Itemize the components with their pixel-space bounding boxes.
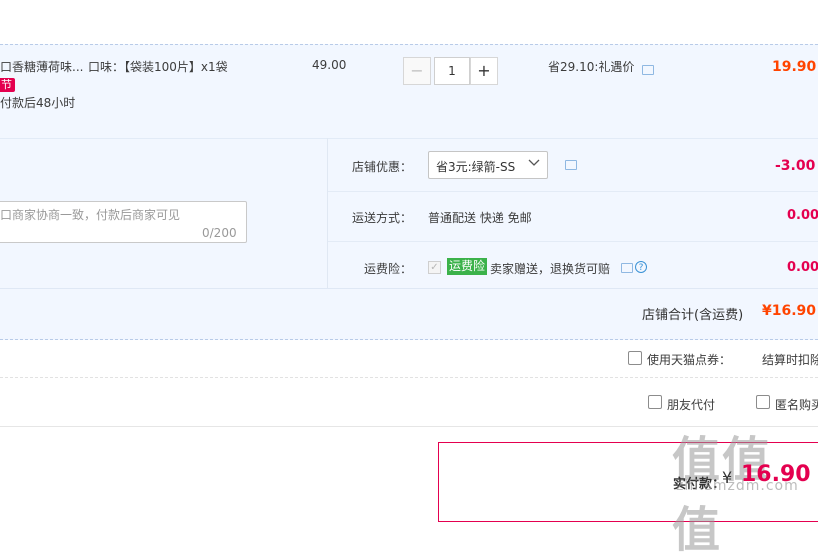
buyer-message-counter: 0/200 xyxy=(202,226,237,240)
insurance-label: 运费险： xyxy=(363,262,412,276)
friend-pay-label: 朋友代付 xyxy=(667,398,716,412)
quantity-stepper: − 1 + xyxy=(403,57,500,85)
item-attribute: 口味：【袋装100片】x1袋 xyxy=(88,60,228,74)
shipping-method: 普通配送 快递 免邮 xyxy=(428,211,532,225)
top-blank-area xyxy=(0,0,818,44)
tmall-points-checkbox[interactable] xyxy=(628,351,642,365)
shop-total-label: 店铺合计(含运费) xyxy=(642,308,744,323)
comment-icon[interactable] xyxy=(642,65,654,75)
insurance-badge: 运费险 xyxy=(447,258,488,275)
promo-tag: 节 xyxy=(0,78,15,92)
comment-icon[interactable] xyxy=(621,263,633,273)
insurance-amount: 0.00 xyxy=(787,260,818,275)
chevron-down-icon xyxy=(528,156,540,171)
buyer-message-placeholder: 口商家协商一致，付款后商家可见 xyxy=(0,208,181,222)
quantity-increase-button[interactable]: + xyxy=(470,57,498,85)
tmall-points-note: 结算时扣除 xyxy=(762,353,818,367)
coupon-amount: -3.00 xyxy=(775,158,816,174)
row-divider xyxy=(0,377,818,379)
options-row-divider xyxy=(328,241,818,242)
tmall-points-label: 使用天猫点券： xyxy=(647,353,732,367)
comment-icon[interactable] xyxy=(565,160,577,170)
friend-pay-checkbox[interactable] xyxy=(648,395,662,409)
quantity-decrease-button[interactable]: − xyxy=(403,57,431,85)
question-icon[interactable]: ? xyxy=(635,261,647,273)
shipping-promise: 付款后48小时 xyxy=(0,96,76,110)
item-subtotal: 19.90 xyxy=(772,59,817,75)
insurance-checkbox[interactable]: ✓ xyxy=(428,261,441,274)
watermark-url: zhi.smzdm.com xyxy=(676,478,799,494)
quantity-input[interactable]: 1 xyxy=(434,57,470,85)
anonymous-label: 匿名购买 xyxy=(775,398,818,412)
options-row-divider xyxy=(328,191,818,192)
anonymous-checkbox[interactable] xyxy=(756,395,770,409)
shop-total-value: ¥16.90 xyxy=(762,303,817,319)
coupon-label: 店铺优惠： xyxy=(351,160,412,174)
shipping-label: 运送方式： xyxy=(351,211,412,225)
order-item-row: 口香糖薄荷味... 口味：【袋装100片】x1袋 节 付款后48小时 49.00… xyxy=(0,44,818,139)
saving-info: 省29.10:礼遇价 xyxy=(548,60,635,74)
shipping-amount: 0.00 xyxy=(787,208,818,223)
item-title-link[interactable]: 口香糖薄荷味... xyxy=(0,58,83,75)
insurance-description: 卖家赠送，退换货可赔 xyxy=(490,262,611,276)
coupon-selected-value: 省3元:绿箭-SS xyxy=(436,160,516,174)
unit-price: 49.00 xyxy=(312,58,347,72)
